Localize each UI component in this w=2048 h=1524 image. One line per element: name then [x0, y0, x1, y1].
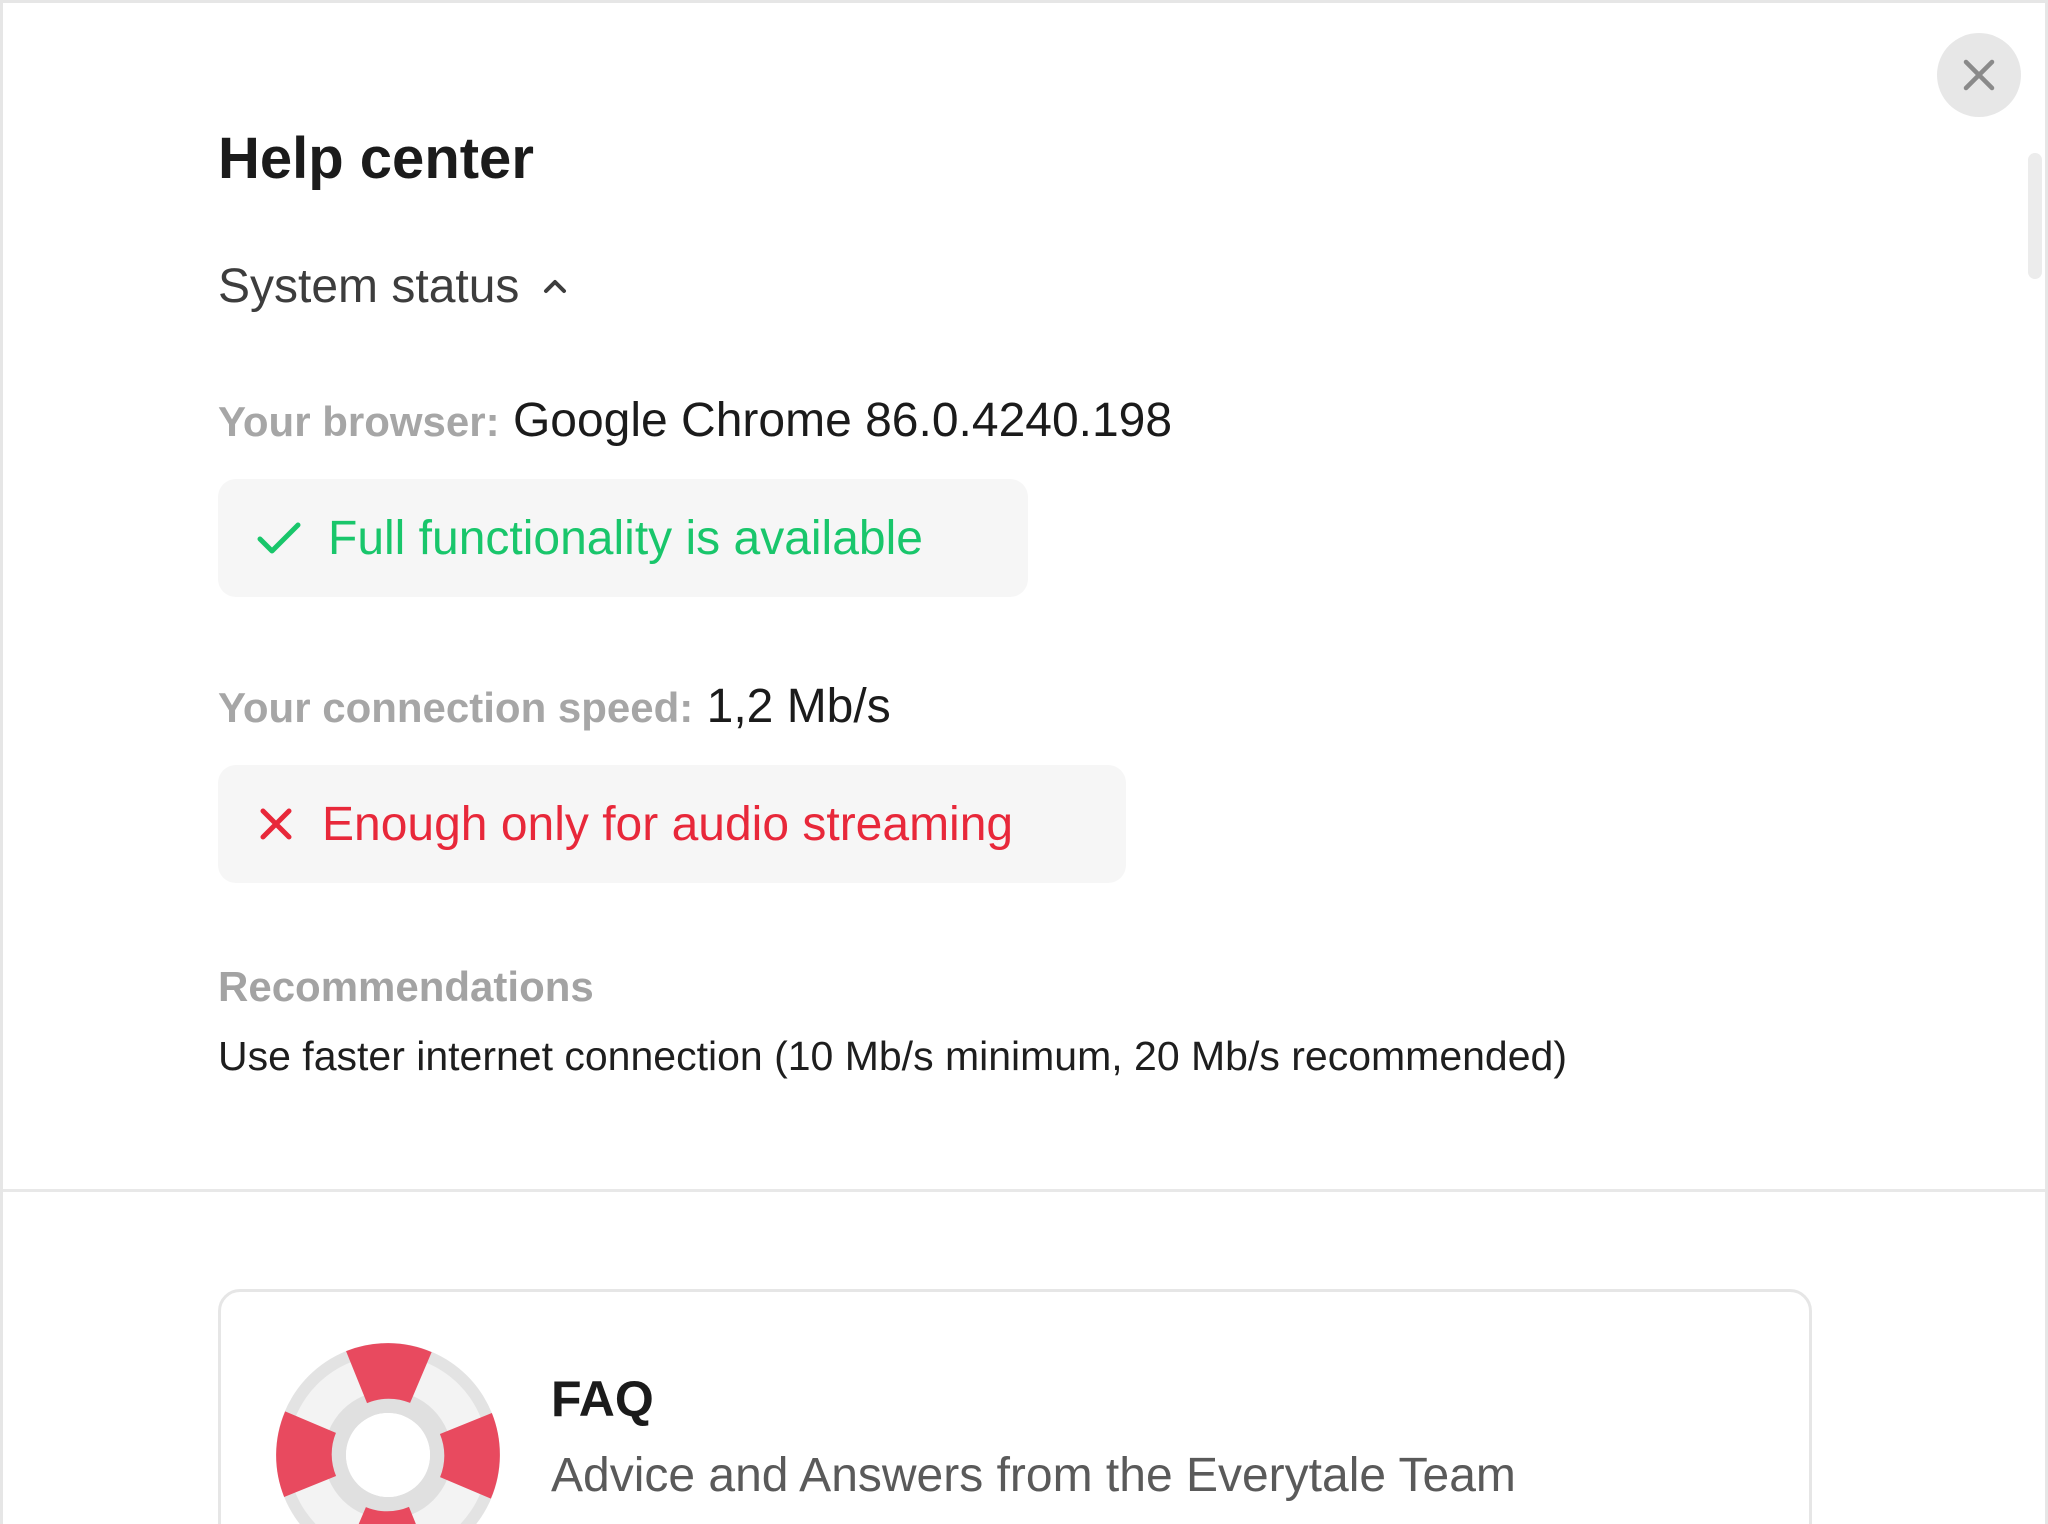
faq-subtitle: Advice and Answers from the Everytale Te… — [551, 1449, 1516, 1502]
browser-value: Google Chrome 86.0.4240.198 — [512, 394, 1173, 447]
close-icon — [1963, 59, 1995, 91]
lifebuoy-icon — [276, 1343, 500, 1524]
connection-status-text: Enough only for audio streaming — [322, 797, 1014, 851]
help-center-panel: Help center System status Your browser: … — [0, 0, 2048, 1524]
system-status-label: System status — [218, 259, 520, 313]
recommendations-text: Use faster internet connection (10 Mb/s … — [218, 1033, 1567, 1079]
faq-card[interactable]: FAQ Advice and Answers from the Everytal… — [218, 1289, 1812, 1524]
chevron-up-icon — [544, 280, 567, 293]
system-status-toggle[interactable]: System status — [218, 253, 569, 319]
connection-key: Your connection speed: — [218, 684, 694, 731]
close-button[interactable] — [1937, 33, 2021, 117]
scrollbar-thumb[interactable] — [2028, 153, 2042, 279]
connection-value: 1,2 Mb/s — [706, 680, 891, 733]
browser-status-badge: Full functionality is available — [218, 479, 1028, 597]
browser-info: Your browser: Google Chrome 86.0.4240.19… — [218, 391, 1172, 452]
browser-status-text: Full functionality is available — [328, 511, 923, 565]
cross-icon — [260, 808, 292, 840]
check-icon — [257, 522, 301, 554]
connection-status-badge: Enough only for audio streaming — [218, 765, 1126, 883]
page-title: Help center — [218, 126, 534, 191]
section-divider — [3, 1189, 2045, 1192]
connection-info: Your connection speed: 1,2 Mb/s — [218, 677, 891, 738]
browser-key: Your browser: — [218, 398, 500, 445]
faq-title: FAQ — [551, 1371, 654, 1427]
recommendations-title: Recommendations — [218, 963, 594, 1010]
